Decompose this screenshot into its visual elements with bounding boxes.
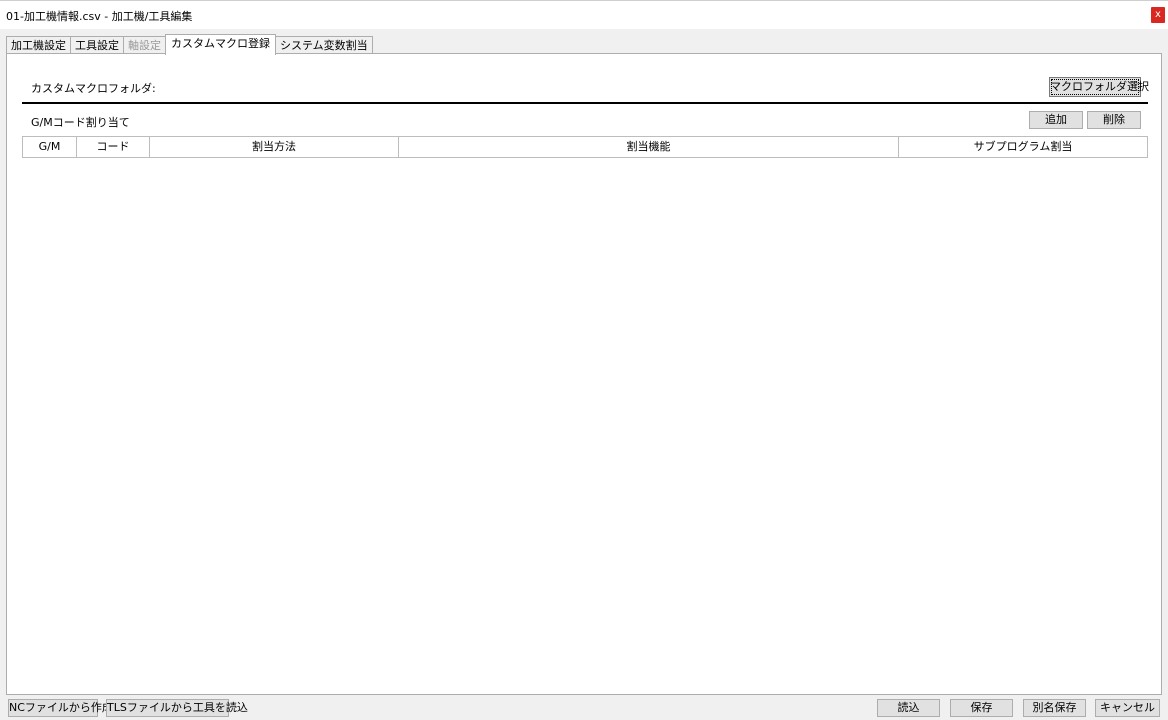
column-header-assign-function[interactable]: 割当機能 (399, 137, 899, 157)
add-button[interactable]: 追加 (1029, 111, 1083, 129)
column-header-assign-method[interactable]: 割当方法 (150, 137, 399, 157)
cancel-button[interactable]: キャンセル (1095, 699, 1160, 717)
column-header-gm[interactable]: G/M (23, 137, 77, 157)
section-divider (22, 102, 1148, 104)
load-button[interactable]: 読込 (877, 699, 940, 717)
tab-strip: 加工機設定 工具設定 軸設定 カスタムマクロ登録 システム変数割当 (6, 34, 373, 55)
load-tools-from-tls-button[interactable]: TLSファイルから工具を読込 (106, 699, 248, 717)
editor-window: 01-加工機情報.csv - 加工機/工具編集 x 加工機設定 工具設定 軸設定… (0, 0, 1168, 720)
select-macro-folder-button[interactable]: マクロフォルダ選択 (1049, 77, 1149, 97)
create-from-nc-button[interactable]: NCファイルから作成 (8, 699, 113, 717)
gm-code-table[interactable]: G/M コード 割当方法 割当機能 サブプログラム割当 (22, 136, 1148, 158)
column-header-code[interactable]: コード (77, 137, 150, 157)
close-button[interactable]: x (1151, 7, 1165, 23)
title-bar: 01-加工機情報.csv - 加工機/工具編集 x (0, 1, 1168, 29)
gm-assign-label: G/Mコード割り当て (31, 116, 130, 129)
save-as-button[interactable]: 別名保存 (1023, 699, 1086, 717)
column-header-subprogram[interactable]: サブプログラム割当 (899, 137, 1147, 157)
save-button[interactable]: 保存 (950, 699, 1013, 717)
window-title: 01-加工機情報.csv - 加工機/工具編集 (6, 10, 193, 23)
macro-folder-label: カスタムマクロフォルダ: (31, 82, 156, 95)
custom-macro-page: カスタムマクロフォルダ: マクロフォルダ選択 G/Mコード割り当て 追加 削除 … (6, 53, 1162, 695)
close-icon: x (1155, 9, 1161, 20)
delete-button[interactable]: 削除 (1087, 111, 1141, 129)
tab-custom-macro[interactable]: カスタムマクロ登録 (165, 34, 276, 55)
